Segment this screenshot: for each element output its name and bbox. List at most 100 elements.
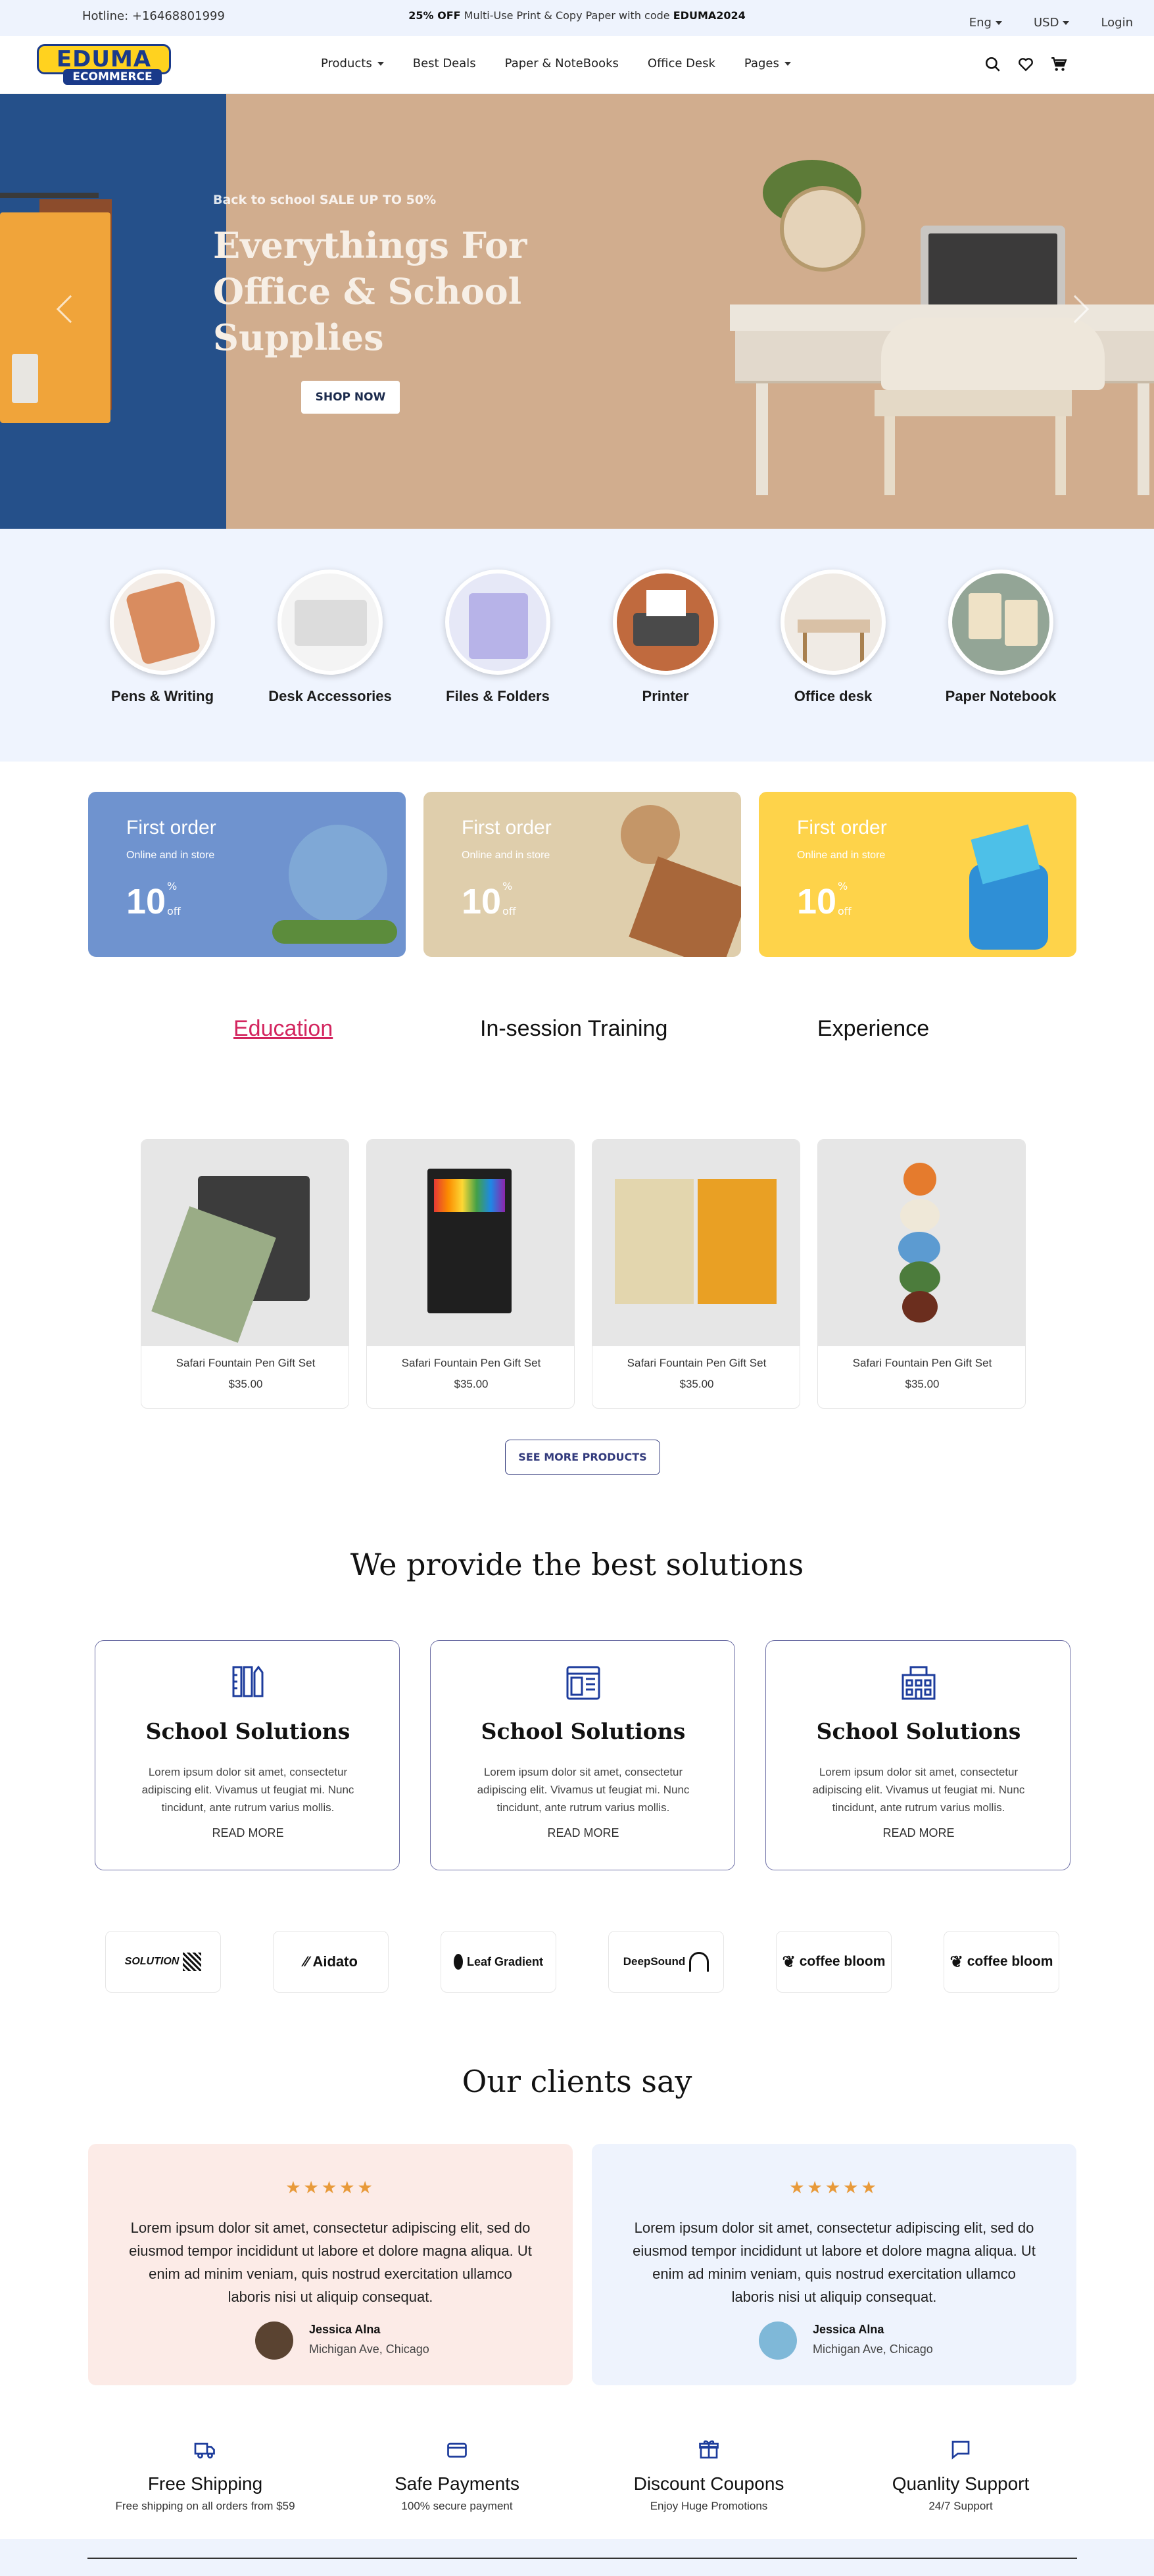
promo-subtitle: Online and in store [126, 850, 215, 861]
currency-dropdown[interactable]: USD [1033, 16, 1070, 30]
promo-discount: 25% OFF [408, 9, 461, 22]
language-label: Eng [969, 16, 992, 30]
feature-description: Free shipping on all orders from $59 [115, 2500, 295, 2512]
school-building-icon [902, 1666, 936, 1700]
brand-logo-coffee-bloom[interactable]: ❦ coffee bloom [776, 1931, 892, 1993]
testimonial-name: Jessica Alna [309, 2323, 381, 2336]
read-more-link[interactable]: READ MORE [431, 1826, 736, 1840]
language-dropdown[interactable]: Eng [969, 16, 1002, 30]
clip-image [12, 354, 38, 403]
nav-item-office-desk[interactable]: Office Desk [648, 57, 715, 70]
leaf-icon [453, 1954, 463, 1970]
nav-item-pages[interactable]: Pages [744, 57, 791, 70]
testimonial-quote: Lorem ipsum dolor sit amet, consectetur … [129, 2220, 532, 2305]
product-card[interactable]: Safari Fountain Pen Gift Set $35.00 [366, 1139, 575, 1409]
promo-card[interactable]: First order Online and in store 10 % off [423, 792, 741, 957]
promo-off: off [838, 905, 852, 917]
soundwave-icon [689, 1952, 709, 1972]
chevron-down-icon [995, 20, 1002, 25]
nav-item-paper-notebooks[interactable]: Paper & NoteBooks [505, 57, 619, 70]
category-image [445, 570, 550, 675]
promo-percent: % [838, 880, 848, 892]
solution-title: School Solutions [145, 1718, 350, 1744]
aidato-icon: ∕∕ [304, 1953, 309, 1970]
product-price: $35.00 [679, 1378, 714, 1390]
category-image [781, 570, 886, 675]
logo[interactable]: EDUMA ECOMMERCE [37, 44, 171, 85]
notebook-icon [566, 1666, 600, 1700]
category-image [277, 570, 383, 675]
category-files-folders[interactable]: Files & Folders [422, 570, 573, 705]
shop-now-button[interactable]: SHOP NOW [301, 381, 400, 414]
nav-item-best-deals[interactable]: Best Deals [413, 57, 476, 70]
currency-label: USD [1033, 16, 1059, 30]
solutions-title: We provide the best solutions [350, 1547, 804, 1582]
category-paper-notebook[interactable]: Paper Notebook [925, 570, 1076, 705]
read-more-link[interactable]: READ MORE [95, 1826, 400, 1840]
login-link[interactable]: Login [1101, 16, 1133, 30]
desk-leg [756, 383, 768, 495]
nav-menu: Products Best Deals Paper & NoteBooks Of… [321, 57, 791, 70]
feature-free-shipping: Free Shipping Free shipping on all order… [97, 2438, 314, 2513]
brand-logo-aidato[interactable]: ∕∕ Aidato [273, 1931, 389, 1993]
chevron-down-icon [377, 61, 384, 66]
product-card[interactable]: Safari Fountain Pen Gift Set $35.00 [817, 1139, 1026, 1409]
category-office-desk[interactable]: Office desk [757, 570, 909, 705]
solution-description: Lorem ipsum dolor sit amet, consectetur … [141, 1766, 354, 1814]
categories-section: Pens & Writing Desk Accessories Files & … [0, 529, 1154, 762]
brand-logo-coffee-bloom[interactable]: ❦ coffee bloom [944, 1931, 1059, 1993]
nav-item-label: Pages [744, 57, 779, 70]
category-desk-accessories[interactable]: Desk Accessories [254, 570, 406, 705]
category-pens-writing[interactable]: Pens & Writing [87, 570, 238, 705]
chair-leg [884, 416, 895, 495]
product-card[interactable]: Safari Fountain Pen Gift Set $35.00 [141, 1139, 349, 1409]
tab-in-session-training[interactable]: In-session Training [480, 1016, 667, 1042]
category-label: Printer [642, 688, 689, 704]
feature-title: Free Shipping [147, 2473, 263, 2494]
brand-logo-leaf-gradient[interactable]: Leaf Gradient [441, 1931, 556, 1993]
globe-image [780, 186, 865, 272]
product-image [367, 1140, 574, 1346]
read-more-link[interactable]: READ MORE [766, 1826, 1071, 1840]
category-label: Desk Accessories [268, 688, 392, 704]
pencil-image [0, 193, 99, 198]
brand-logo-solution[interactable]: SOLUTION [105, 1931, 221, 1993]
solution-title: School Solutions [816, 1718, 1021, 1744]
heart-icon[interactable] [1017, 56, 1034, 73]
promo-value: 10 [462, 882, 502, 921]
tab-education[interactable]: Education [233, 1016, 333, 1042]
promo-percent: % [167, 880, 178, 892]
solution-card[interactable]: School Solutions Lorem ipsum dolor sit a… [430, 1640, 735, 1870]
category-printer[interactable]: Printer [590, 570, 741, 705]
promo-card[interactable]: First order Online and in store 10 % off [88, 792, 406, 957]
tab-experience[interactable]: Experience [817, 1016, 929, 1042]
nav-item-products[interactable]: Products [321, 57, 384, 70]
promo-card[interactable]: First order Online and in store 10 % off [759, 792, 1076, 957]
brand-name: SOLUTION [124, 1956, 180, 1967]
laptop-image [921, 226, 1065, 316]
product-name: Safari Fountain Pen Gift Set [627, 1357, 767, 1369]
promo-description: Multi-Use Print & Copy Paper with code [464, 9, 670, 22]
product-price: $35.00 [228, 1378, 263, 1390]
avatar [759, 2321, 797, 2360]
brand-logo-deepsound[interactable]: DeepSound [608, 1931, 724, 1993]
chevron-down-icon [784, 61, 791, 66]
feature-title: Quanlity Support [892, 2473, 1030, 2494]
product-card[interactable]: Safari Fountain Pen Gift Set $35.00 [592, 1139, 800, 1409]
product-name: Safari Fountain Pen Gift Set [176, 1357, 316, 1369]
search-icon[interactable] [984, 56, 1001, 73]
solution-card[interactable]: School Solutions Lorem ipsum dolor sit a… [765, 1640, 1070, 1870]
testimonial-card: ★★★★★ Lorem ipsum dolor sit amet, consec… [88, 2144, 573, 2385]
category-label: Office desk [794, 688, 873, 704]
promo-title: First order [797, 817, 887, 838]
brand-name: coffee bloom [799, 1954, 886, 1969]
chair-seat-image [875, 390, 1072, 416]
cart-icon[interactable] [1050, 56, 1067, 73]
see-more-products-button[interactable]: SEE MORE PRODUCTS [505, 1440, 660, 1475]
desk-leg [1138, 383, 1149, 495]
solution-card[interactable]: School Solutions Lorem ipsum dolor sit a… [95, 1640, 400, 1870]
promo-code: EDUMA2024 [673, 9, 746, 22]
hero-left-panel [0, 94, 226, 529]
promo-off: off [502, 905, 516, 917]
feature-description: 24/7 Support [928, 2500, 993, 2512]
